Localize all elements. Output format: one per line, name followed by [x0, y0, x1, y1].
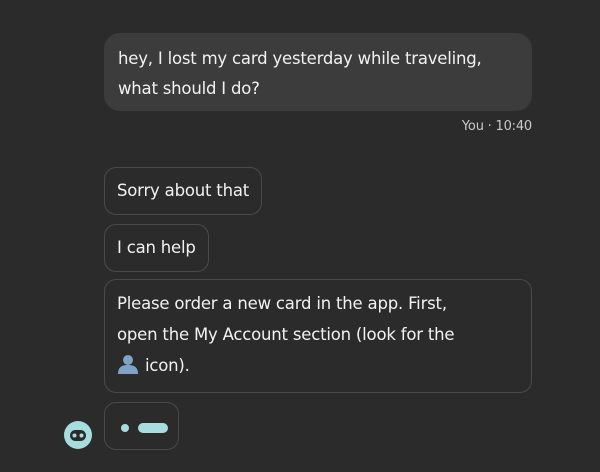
bot-message-text: I can help	[117, 238, 196, 257]
user-message-line-2: what should I do?	[118, 79, 260, 98]
bot-message-line-1: Please order a new card in the app. Firs…	[117, 294, 447, 313]
bot-message-text: Sorry about that	[117, 181, 250, 200]
bot-message-bubble-2: I can help	[104, 224, 209, 272]
bot-message-line-2: open the My Account section (look for th…	[117, 325, 455, 344]
bot-message-line-3-text: icon).	[145, 356, 190, 375]
chat-thread: hey, I lost my card yesterday while trav…	[0, 0, 600, 472]
user-message-meta: You · 10:40	[461, 119, 532, 134]
bot-message-bubble-3: Please order a new card in the app. Firs…	[104, 279, 532, 393]
bot-message-line-3: icon).	[117, 351, 517, 382]
user-message-bubble: hey, I lost my card yesterday while trav…	[104, 33, 532, 111]
user-message-line-1: hey, I lost my card yesterday while trav…	[118, 49, 482, 68]
typing-dot	[121, 424, 129, 432]
bot-message-bubble-1: Sorry about that	[104, 167, 263, 215]
typing-dash	[138, 423, 168, 433]
user-account-icon	[118, 355, 138, 374]
bot-avatar-icon	[64, 421, 92, 449]
typing-indicator	[104, 402, 179, 450]
